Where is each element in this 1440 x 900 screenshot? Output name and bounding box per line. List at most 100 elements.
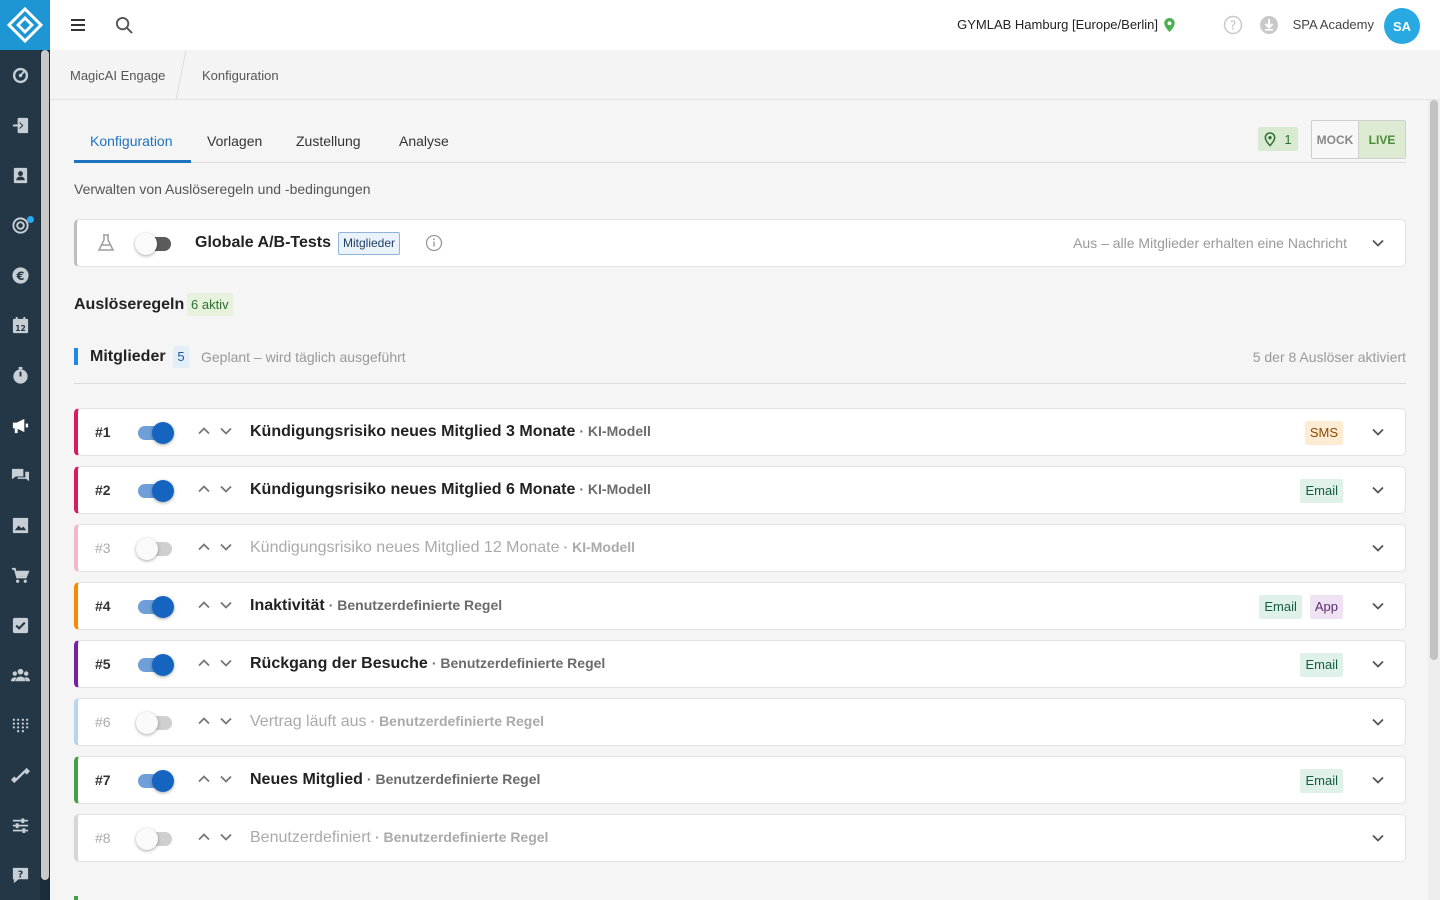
rule-number: #6: [95, 714, 111, 730]
ab-tests-toggle[interactable]: [135, 232, 173, 255]
rule-card[interactable]: #7 Neues Mitglied · Benutzerdefinierte Reg…: [74, 756, 1406, 804]
chevron-down-icon[interactable]: [1371, 773, 1385, 787]
nav-support[interactable]: ?: [0, 850, 40, 900]
megaphone-icon: [12, 418, 28, 433]
user-name[interactable]: SPA Academy: [1293, 17, 1374, 32]
move-down-icon[interactable]: [219, 540, 233, 554]
nav-media[interactable]: [0, 500, 40, 550]
tab-analyse[interactable]: Analyse: [399, 133, 449, 149]
move-up-icon[interactable]: [197, 830, 211, 844]
rule-title: Kündigungsrisiko neues Mitglied 6 Monate…: [250, 481, 651, 499]
reorder-controls: [197, 424, 233, 438]
move-down-icon[interactable]: [219, 830, 233, 844]
nav-members[interactable]: [0, 650, 40, 700]
chevron-down-icon[interactable]: [1371, 425, 1385, 439]
main-scrollbar-thumb[interactable]: [1430, 100, 1438, 660]
move-up-icon[interactable]: [197, 772, 211, 786]
move-up-icon[interactable]: [197, 714, 211, 728]
move-down-icon[interactable]: [219, 714, 233, 728]
location-count: 1: [1284, 131, 1292, 147]
members-icon: [10, 668, 30, 681]
rule-number: #1: [95, 424, 111, 440]
info-icon[interactable]: [425, 234, 443, 252]
nav-contacts[interactable]: [0, 150, 40, 200]
nav-dashboard[interactable]: [0, 50, 40, 100]
move-up-icon[interactable]: [197, 424, 211, 438]
move-up-icon[interactable]: [197, 656, 211, 670]
menu-toggle-button[interactable]: [67, 14, 89, 36]
rule-type: · Benutzerdefinierte Regel: [374, 829, 549, 845]
nav-shop[interactable]: [0, 550, 40, 600]
rule-number: #4: [95, 598, 111, 614]
nav-marketing[interactable]: [0, 200, 40, 250]
rule-card[interactable]: #8 Benutzerdefiniert · Benutzerdefinierte …: [74, 814, 1406, 862]
rule-enable-toggle[interactable]: [136, 595, 174, 618]
chevron-down-icon[interactable]: [1371, 831, 1385, 845]
chevron-down-icon[interactable]: [1371, 541, 1385, 555]
move-up-icon[interactable]: [197, 482, 211, 496]
rule-type: · KI-Modell: [563, 539, 636, 555]
breadcrumb-item-konfiguration: Konfiguration: [202, 68, 279, 83]
nav-calendar[interactable]: 12: [0, 300, 40, 350]
chevron-down-icon[interactable]: [1371, 483, 1385, 497]
chevron-down-icon[interactable]: [1371, 599, 1385, 613]
user-avatar[interactable]: SA: [1384, 8, 1420, 44]
ab-tests-card[interactable]: Globale A/B-Tests Mitglieder Aus – alle …: [74, 219, 1406, 267]
move-down-icon[interactable]: [219, 772, 233, 786]
nav-finance[interactable]: €: [0, 250, 40, 300]
rule-enable-toggle[interactable]: [136, 537, 174, 560]
rule-card[interactable]: #5 Rückgang der Besuche · Benutzerdefinier…: [74, 640, 1406, 688]
chevron-down-icon[interactable]: [1371, 236, 1385, 250]
rule-enable-toggle[interactable]: [136, 711, 174, 734]
chevron-down-icon[interactable]: [1371, 657, 1385, 671]
nav-timer[interactable]: [0, 350, 40, 400]
chevron-down-icon[interactable]: [1371, 715, 1385, 729]
rule-enable-toggle[interactable]: [136, 653, 174, 676]
rule-type: · KI-Modell: [579, 481, 651, 497]
app-logo[interactable]: [0, 0, 50, 50]
rule-number: #5: [95, 656, 111, 672]
breadcrumb-item-engage[interactable]: MagicAI Engage: [70, 68, 165, 83]
download-button[interactable]: [1259, 15, 1279, 40]
toggle-knob: [136, 828, 158, 850]
rule-enable-toggle[interactable]: [136, 421, 174, 444]
rail-scrollbar[interactable]: [40, 50, 50, 900]
nav-apps[interactable]: [0, 700, 40, 750]
nav-training[interactable]: [0, 750, 40, 800]
location-selector[interactable]: GYMLAB Hamburg [Europe/Berlin]: [957, 17, 1175, 32]
move-down-icon[interactable]: [219, 482, 233, 496]
search-button[interactable]: [113, 14, 135, 36]
tab-konfiguration[interactable]: Konfiguration: [90, 133, 173, 149]
nav-chat[interactable]: [0, 450, 40, 500]
help-button[interactable]: ?: [1223, 15, 1243, 40]
move-down-icon[interactable]: [219, 656, 233, 670]
nav-tasks[interactable]: [0, 600, 40, 650]
mock-mode-button[interactable]: MOCK: [1312, 121, 1359, 158]
location-count-chip[interactable]: 1: [1258, 127, 1298, 151]
move-up-icon[interactable]: [197, 598, 211, 612]
move-down-icon[interactable]: [219, 598, 233, 612]
main-scrollbar[interactable]: [1428, 100, 1440, 900]
rule-title: Neues Mitglied · Benutzerdefinierte Regel: [250, 771, 540, 789]
rule-enable-toggle[interactable]: [136, 769, 174, 792]
live-mode-button[interactable]: LIVE: [1359, 121, 1405, 158]
move-down-icon[interactable]: [219, 424, 233, 438]
toggle-knob: [152, 654, 174, 676]
move-up-icon[interactable]: [197, 540, 211, 554]
tab-zustellung[interactable]: Zustellung: [296, 133, 361, 149]
nav-checkin[interactable]: [0, 100, 40, 150]
rule-card[interactable]: #1 Kündigungsrisiko neues Mitglied 3 Mona…: [74, 408, 1406, 456]
rule-card[interactable]: #3 Kündigungsrisiko neues Mitglied 12 Mon…: [74, 524, 1406, 572]
rail-scrollbar-thumb[interactable]: [41, 50, 49, 880]
rule-enable-toggle[interactable]: [136, 827, 174, 850]
rule-enable-toggle[interactable]: [136, 479, 174, 502]
nav-settings[interactable]: [0, 800, 40, 850]
rule-card[interactable]: #6 Vertrag läuft aus · Benutzerdefinierte …: [74, 698, 1406, 746]
map-pin-outline-icon: [1264, 131, 1276, 147]
rule-card[interactable]: #2 Kündigungsrisiko neues Mitglied 6 Mona…: [74, 466, 1406, 514]
channel-badge-email: Email: [1300, 653, 1343, 677]
tab-vorlagen[interactable]: Vorlagen: [207, 133, 262, 149]
contacts-icon: [13, 167, 27, 183]
nav-engage[interactable]: [0, 400, 40, 450]
rule-card[interactable]: #4 Inaktivität · Benutzerdefinierte Regel E…: [74, 582, 1406, 630]
